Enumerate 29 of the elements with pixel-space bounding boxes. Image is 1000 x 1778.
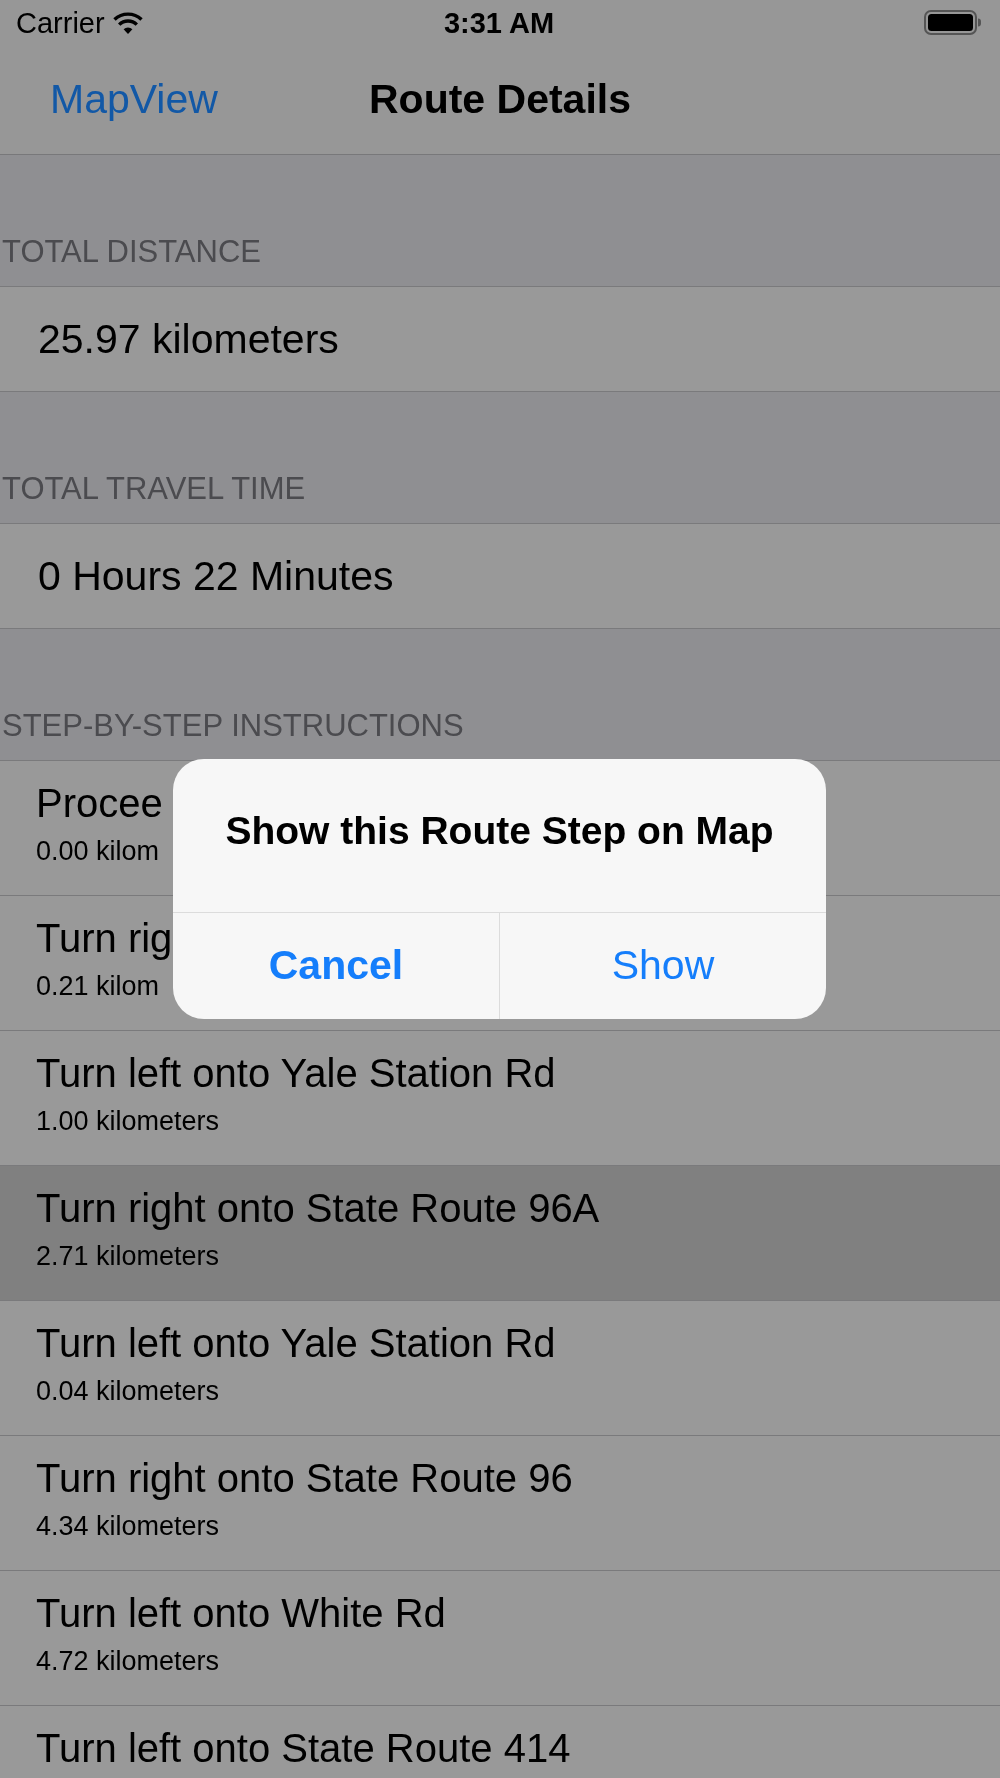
step-instruction: Turn right onto State Route 96A <box>36 1185 600 1232</box>
section-title: STEP-BY-STEP INSTRUCTIONS <box>1 707 464 745</box>
screen-title: Route Details <box>369 75 631 124</box>
step-row[interactable]: Turn right onto State Route 96A 2.71 kilometers <box>0 1166 1000 1301</box>
alert-title: Show this Route Step on Map <box>225 808 774 855</box>
step-instruction: Turn left onto Yale Station Rd <box>36 1320 556 1367</box>
step-distance: 1.00 kilometers <box>36 1105 220 1137</box>
step-distance: 0.00 kilom <box>36 835 160 867</box>
step-instruction: Procee <box>36 780 163 827</box>
step-instruction: Turn rig <box>36 915 173 962</box>
step-instruction: Turn left onto State Route 414 <box>36 1725 571 1772</box>
section-title: TOTAL DISTANCE <box>1 233 261 271</box>
carrier-label: Carrier <box>16 5 105 40</box>
step-distance: 0.04 kilometers <box>36 1375 220 1407</box>
step-distance: 0.21 kilom <box>36 970 160 1002</box>
battery-icon <box>924 10 982 35</box>
section-title: TOTAL TRAVEL TIME <box>1 470 306 508</box>
row-value: 0 Hours 22 Minutes <box>38 551 394 601</box>
cancel-button[interactable]: Cancel <box>173 913 500 1019</box>
step-instruction: Turn left onto White Rd <box>36 1590 446 1637</box>
confirm-button[interactable]: Show <box>500 913 826 1019</box>
wifi-icon <box>112 11 143 34</box>
step-distance: 4.34 kilometers <box>36 1510 220 1542</box>
step-instruction: Turn right onto State Route 96 <box>36 1455 573 1502</box>
row-value: 25.97 kilometers <box>38 314 339 364</box>
step-distance: 4.72 kilometers <box>36 1645 220 1677</box>
step-instruction: Turn left onto Yale Station Rd <box>36 1050 556 1097</box>
clock-time: 3:31 AM <box>443 5 555 40</box>
step-distance: 2.71 kilometers <box>36 1240 220 1272</box>
